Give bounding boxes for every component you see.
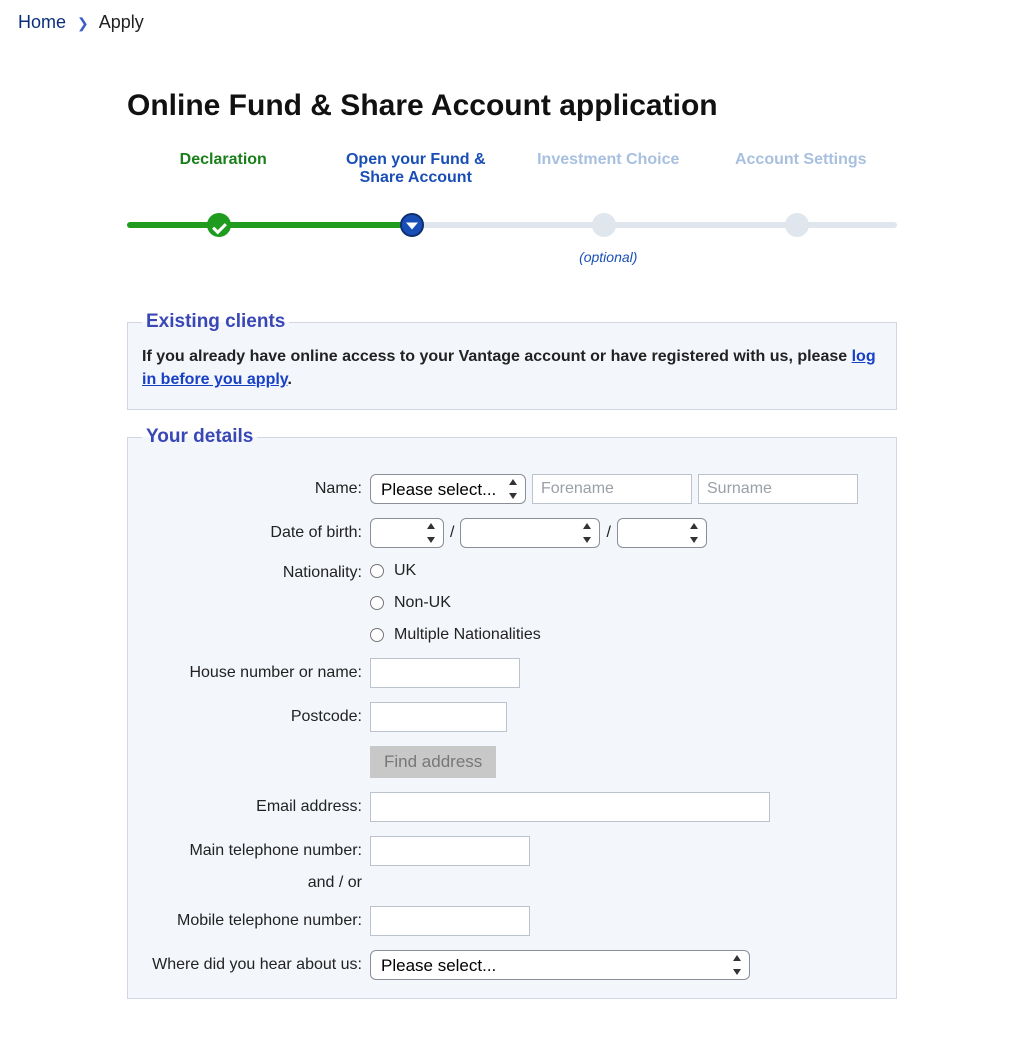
dob-day-select[interactable] xyxy=(370,518,444,548)
nationality-uk-radio[interactable] xyxy=(370,564,384,578)
dob-month-select[interactable] xyxy=(460,518,600,548)
existing-clients-box: Existing clients If you already have onl… xyxy=(127,311,897,410)
dob-label: Date of birth: xyxy=(142,524,362,542)
chevron-right-icon: ❯ xyxy=(71,15,95,31)
check-circle-icon xyxy=(207,213,231,237)
hear-about-select[interactable]: Please select... xyxy=(370,950,750,980)
breadcrumb: Home ❯ Apply xyxy=(0,0,1024,39)
house-label: House number or name: xyxy=(142,664,362,682)
existing-clients-legend: Existing clients xyxy=(142,311,289,333)
nationality-multi-text: Multiple Nationalities xyxy=(394,626,541,644)
dob-year-select[interactable] xyxy=(617,518,707,548)
email-input[interactable] xyxy=(370,792,770,822)
find-address-button[interactable]: Find address xyxy=(370,746,496,778)
your-details-legend: Your details xyxy=(142,426,257,448)
stepper-track-done xyxy=(127,222,412,228)
step-label-investment-choice: Investment Choice xyxy=(512,151,705,187)
breadcrumb-current: Apply xyxy=(99,12,144,32)
nationality-multi-radio[interactable] xyxy=(370,628,384,642)
progress-stepper: Declaration Open your Fund & Share Accou… xyxy=(127,151,897,265)
current-step-icon xyxy=(400,213,424,237)
email-label: Email address: xyxy=(142,798,362,816)
step-label-account-settings: Account Settings xyxy=(705,151,898,187)
page-title: Online Fund & Share Account application xyxy=(127,89,897,123)
slash-sep: / xyxy=(606,524,610,542)
forename-input[interactable] xyxy=(532,474,692,504)
step-label-declaration: Declaration xyxy=(127,151,320,187)
main-tel-input[interactable] xyxy=(370,836,530,866)
mobile-tel-label: Mobile telephone number: xyxy=(142,912,362,930)
slash-sep: / xyxy=(450,524,454,542)
postcode-input[interactable] xyxy=(370,702,507,732)
and-or-label: and / or xyxy=(142,874,362,892)
nationality-label: Nationality: xyxy=(142,562,362,582)
title-select[interactable]: Please select... xyxy=(370,474,526,504)
house-input[interactable] xyxy=(370,658,520,688)
nationality-nonuk-text: Non-UK xyxy=(394,594,451,612)
surname-input[interactable] xyxy=(698,474,858,504)
existing-text-after: . xyxy=(288,371,292,388)
mobile-tel-input[interactable] xyxy=(370,906,530,936)
nationality-nonuk-radio[interactable] xyxy=(370,596,384,610)
postcode-label: Postcode: xyxy=(142,708,362,726)
your-details-box: Your details Name: Please select... Date… xyxy=(127,426,897,999)
breadcrumb-home[interactable]: Home xyxy=(18,12,66,32)
step-optional-label: (optional) xyxy=(512,249,705,265)
nationality-uk-text: UK xyxy=(394,562,416,580)
hear-about-label: Where did you hear about us: xyxy=(142,956,362,974)
existing-text-before: If you already have online access to you… xyxy=(142,348,852,365)
main-tel-label: Main telephone number: xyxy=(142,842,362,860)
step-node-icon xyxy=(592,213,616,237)
name-label: Name: xyxy=(142,480,362,498)
step-label-open-account: Open your Fund & Share Account xyxy=(320,151,513,187)
step-node-icon xyxy=(785,213,809,237)
